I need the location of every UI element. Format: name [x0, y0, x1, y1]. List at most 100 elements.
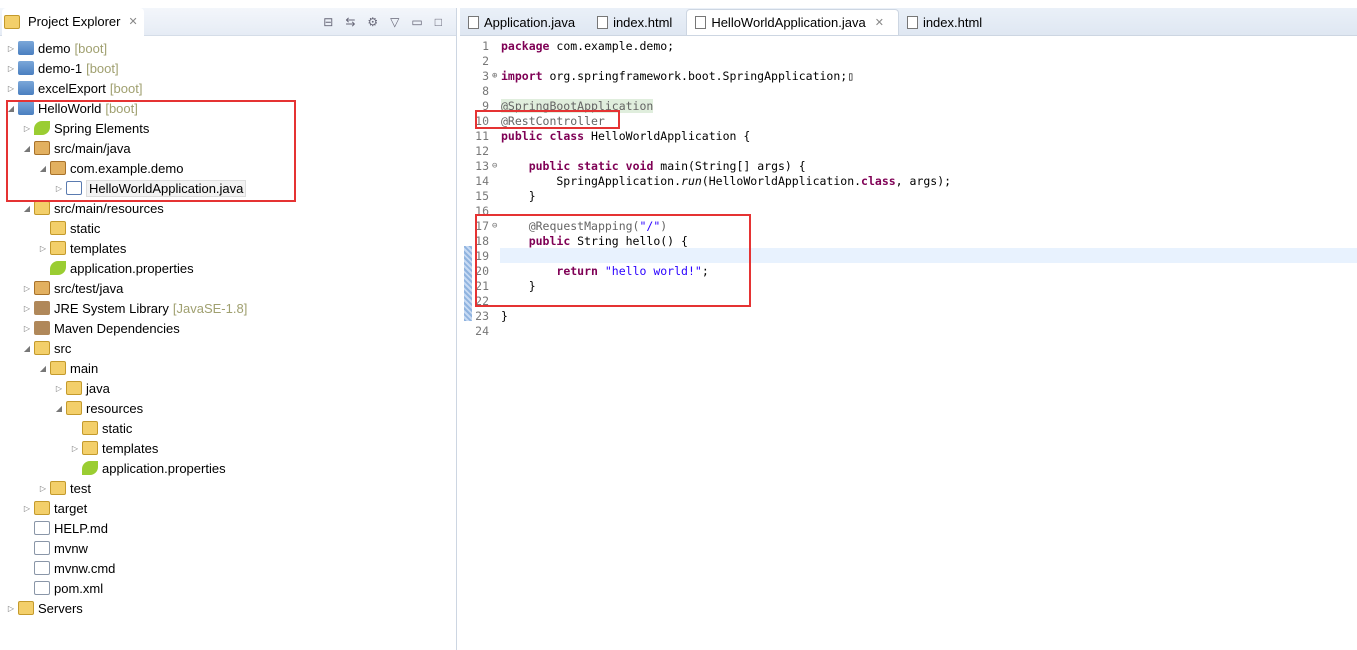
close-icon[interactable]: ✕: [128, 15, 137, 28]
tree-item[interactable]: application.properties: [0, 458, 456, 478]
collapsed-arrow-icon[interactable]: ▷: [70, 444, 80, 453]
expanded-arrow-icon[interactable]: ◢: [38, 164, 48, 173]
line-number: 1: [482, 38, 489, 53]
editor-tab[interactable]: Application.java: [460, 9, 589, 35]
tree-item[interactable]: ◢ HelloWorld [boot]: [0, 98, 456, 118]
leaf-icon: [82, 461, 98, 475]
expanded-arrow-icon[interactable]: ◢: [22, 144, 32, 153]
line-number: 22: [475, 293, 489, 308]
tree-item-label: mvnw.cmd: [54, 560, 116, 576]
tree-item-label: application.properties: [102, 460, 226, 476]
tree-item[interactable]: ◢ main: [0, 358, 456, 378]
editor-tab[interactable]: index.html: [589, 9, 686, 35]
collapsed-arrow-icon[interactable]: ▷: [6, 44, 16, 53]
tree-item[interactable]: static: [0, 418, 456, 438]
line-number: 9: [482, 98, 489, 113]
collapse-fold-icon[interactable]: ⊖: [492, 161, 501, 171]
code-line: 22: [460, 293, 1357, 308]
tree-item[interactable]: ▷ demo-1 [boot]: [0, 58, 456, 78]
tree-item[interactable]: ▷ Maven Dependencies: [0, 318, 456, 338]
tree-item[interactable]: ▷ excelExport [boot]: [0, 78, 456, 98]
tree-item[interactable]: mvnw.cmd: [0, 558, 456, 578]
expand-fold-icon[interactable]: ⊕: [492, 71, 501, 81]
maximize-icon[interactable]: □: [435, 15, 442, 29]
close-tab-icon[interactable]: ✕: [875, 16, 884, 29]
filter-icon[interactable]: ⚙: [367, 15, 378, 29]
project-icon: [18, 101, 34, 115]
expanded-arrow-icon[interactable]: ◢: [54, 404, 64, 413]
code-token: return: [556, 263, 598, 278]
code-token: }: [501, 308, 508, 323]
collapsed-arrow-icon[interactable]: ▷: [22, 324, 32, 333]
collapsed-arrow-icon[interactable]: ▷: [22, 304, 32, 313]
tree-item-label: HelloWorldApplication.java: [86, 179, 247, 197]
code-line: 14 SpringApplication.run(HelloWorldAppli…: [460, 173, 1357, 188]
tree-item[interactable]: ▷ target: [0, 498, 456, 518]
code-line: 15 }: [460, 188, 1357, 203]
expanded-arrow-icon[interactable]: ◢: [6, 104, 16, 113]
tree-item[interactable]: ◢ com.example.demo: [0, 158, 456, 178]
code-text: public static void main(String[] args) {: [501, 159, 806, 173]
tree-item[interactable]: ▷ src/test/java: [0, 278, 456, 298]
code-token: @SpringBootApplication: [501, 98, 654, 113]
project-explorer-tab[interactable]: Project Explorer ✕: [2, 7, 144, 36]
tree-item[interactable]: mvnw: [0, 538, 456, 558]
editor-tab[interactable]: index.html: [899, 9, 996, 35]
collapsed-arrow-icon[interactable]: ▷: [6, 604, 16, 613]
editor-tab-label: index.html: [613, 14, 673, 30]
link-with-editor-icon[interactable]: ⇆: [345, 15, 355, 29]
expanded-arrow-icon[interactable]: ◢: [22, 204, 32, 213]
code-line: 3 ⊕ import org.springframework.boot.Spring…: [460, 68, 1357, 83]
view-menu-icon[interactable]: ▽: [390, 15, 399, 29]
tree-item[interactable]: ▷ Spring Elements: [0, 118, 456, 138]
project-icon: [18, 41, 34, 55]
minimize-icon[interactable]: ▭: [411, 15, 422, 29]
collapsed-arrow-icon[interactable]: ▷: [22, 124, 32, 133]
collapsed-arrow-icon[interactable]: ▷: [54, 184, 64, 193]
tree-item[interactable]: ▷ HelloWorldApplication.java: [0, 178, 456, 198]
expanded-arrow-icon[interactable]: ◢: [22, 344, 32, 353]
tree-item[interactable]: static: [0, 218, 456, 238]
tree-item-label: JRE System Library: [54, 300, 169, 316]
editor-tab-label: Application.java: [484, 14, 576, 30]
tree-item[interactable]: ◢ resources: [0, 398, 456, 418]
tree-item[interactable]: HELP.md: [0, 518, 456, 538]
tree-item[interactable]: ◢ src/main/resources: [0, 198, 456, 218]
tree-item-label: templates: [70, 240, 127, 256]
project-explorer-title: Project Explorer: [28, 14, 121, 29]
tree-item[interactable]: pom.xml: [0, 578, 456, 598]
file-icon: [34, 521, 50, 535]
tree-item[interactable]: ▷ templates: [0, 438, 456, 458]
tree-item-label: src/main/resources: [54, 200, 164, 216]
editor-tab-label: index.html: [922, 14, 983, 30]
line-number: 18: [475, 233, 489, 248]
tree-item-label: static: [102, 420, 133, 436]
collapsed-arrow-icon[interactable]: ▷: [38, 244, 48, 253]
tree-item[interactable]: ▷ demo [boot]: [0, 38, 456, 58]
tree-item[interactable]: ▷ JRE System Library [JavaSE-1.8]: [0, 298, 456, 318]
project-explorer-header: Project Explorer ✕ ⊟ ⇆ ⚙ ▽ ▭ □: [0, 7, 456, 36]
expanded-arrow-icon[interactable]: ◢: [38, 364, 48, 373]
code-line: 24: [460, 323, 1357, 338]
tree-item[interactable]: ▷ test: [0, 478, 456, 498]
tree-item[interactable]: application.properties: [0, 258, 456, 278]
editor-tab[interactable]: HelloWorldApplication.java ✕: [686, 9, 899, 35]
project-tree: ▷ demo [boot] ▷ demo-1 [boot] ▷ excelExport [boo…: [0, 36, 456, 618]
collapse-all-icon[interactable]: ⊟: [323, 15, 333, 29]
tree-item[interactable]: ◢ src: [0, 338, 456, 358]
code-editor[interactable]: 1 package com.example.demo; 2 3 ⊕ import org.…: [460, 36, 1357, 338]
collapsed-arrow-icon[interactable]: ▷: [22, 504, 32, 513]
collapsed-arrow-icon[interactable]: ▷: [38, 484, 48, 493]
collapsed-arrow-icon[interactable]: ▷: [54, 384, 64, 393]
collapsed-arrow-icon[interactable]: ▷: [22, 284, 32, 293]
file-icon: [468, 15, 479, 29]
code-token: class: [861, 173, 896, 188]
collapse-fold-icon[interactable]: ⊖: [492, 221, 501, 231]
tree-item[interactable]: ▷ java: [0, 378, 456, 398]
tree-item[interactable]: ◢ src/main/java: [0, 138, 456, 158]
tree-item[interactable]: ▷ Servers: [0, 598, 456, 618]
tree-item[interactable]: ▷ templates: [0, 238, 456, 258]
collapsed-arrow-icon[interactable]: ▷: [6, 84, 16, 93]
tree-item-decoration: [boot]: [109, 80, 143, 96]
collapsed-arrow-icon[interactable]: ▷: [6, 64, 16, 73]
